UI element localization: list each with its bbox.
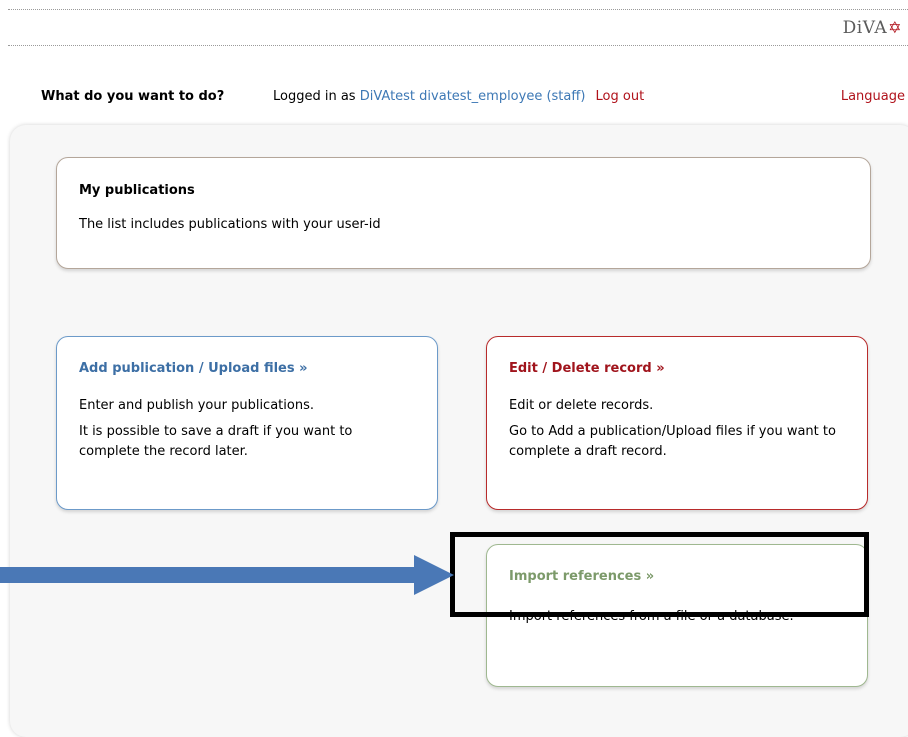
page-question: What do you want to do? xyxy=(41,89,225,104)
diva-logo[interactable]: DiVA✡ xyxy=(843,18,902,38)
highlight-box xyxy=(450,532,869,617)
my-publications-text: The list includes publications with your… xyxy=(79,217,381,232)
edit-delete-link[interactable]: Edit / Delete record » xyxy=(509,359,845,379)
header-dotted-rule xyxy=(8,45,908,46)
user-name: DiVAtest divatest_employee (staff) xyxy=(359,89,586,104)
edit-delete-text-2: Go to Add a publication/Upload files if … xyxy=(509,424,836,459)
top-dotted-rule xyxy=(8,9,908,10)
edit-delete-card[interactable]: Edit / Delete record » Edit or delete re… xyxy=(486,336,868,510)
add-publication-text-1: Enter and publish your publications. xyxy=(79,398,314,413)
language-link[interactable]: Language xyxy=(841,89,905,104)
right-arrow-icon xyxy=(0,555,454,595)
logo-text: DiVA xyxy=(842,18,888,38)
star-icon: ✡ xyxy=(888,18,902,37)
add-publication-text-2: It is possible to save a draft if you wa… xyxy=(79,424,353,459)
arrow-head xyxy=(414,555,454,595)
edit-delete-text-1: Edit or delete records. xyxy=(509,398,654,413)
logout-link[interactable]: Log out xyxy=(596,89,645,104)
add-publication-card[interactable]: Add publication / Upload files » Enter a… xyxy=(56,336,438,510)
my-publications-card[interactable]: My publications The list includes public… xyxy=(56,157,871,269)
my-publications-title[interactable]: My publications xyxy=(79,181,848,201)
logged-in-label: Logged in as xyxy=(273,89,356,104)
login-status: Logged in as DiVAtest divatest_employee … xyxy=(273,89,644,104)
top-bar: What do you want to do? Logged in as DiV… xyxy=(41,89,905,105)
add-publication-link[interactable]: Add publication / Upload files » xyxy=(79,359,415,379)
arrow-shaft xyxy=(0,567,416,583)
